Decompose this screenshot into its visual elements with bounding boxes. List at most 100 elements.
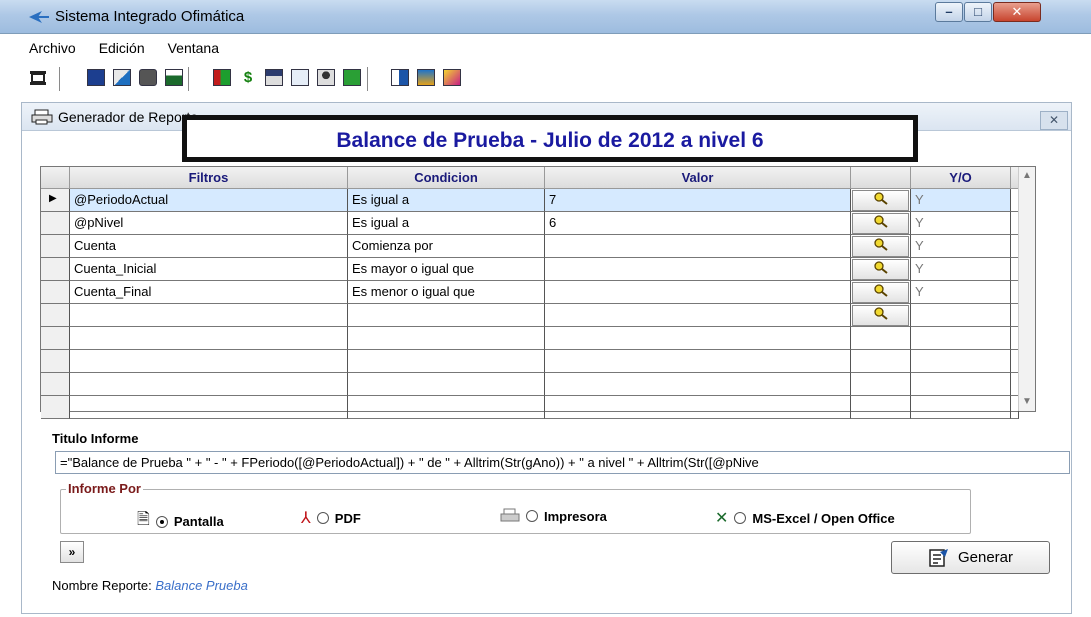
cell-filtro[interactable] xyxy=(70,373,348,396)
cell-yo[interactable] xyxy=(911,350,1011,373)
excel-icon[interactable] xyxy=(163,65,185,89)
cell-condicion[interactable] xyxy=(348,396,545,419)
cell-valor[interactable] xyxy=(545,373,851,396)
row-header[interactable] xyxy=(41,304,70,327)
cell-condicion[interactable] xyxy=(348,373,545,396)
printer-setup-icon[interactable] xyxy=(27,65,49,89)
radio-impresora[interactable] xyxy=(526,510,538,522)
radio-pdf[interactable] xyxy=(316,512,329,524)
option-impresora[interactable]: Impresora xyxy=(500,508,607,524)
cell-valor[interactable] xyxy=(545,327,851,350)
row-header[interactable] xyxy=(41,327,70,350)
cell-condicion[interactable]: Es mayor o igual que xyxy=(348,258,545,281)
lookup-button[interactable] xyxy=(852,305,909,326)
cell-yo[interactable]: Y xyxy=(911,189,1011,212)
report-icon[interactable] xyxy=(111,65,133,89)
row-header[interactable] xyxy=(41,212,70,235)
cell-yo[interactable] xyxy=(911,373,1011,396)
window-icon[interactable] xyxy=(263,65,285,89)
close-icon: ✕ xyxy=(1048,113,1060,127)
cell-valor[interactable] xyxy=(545,350,851,373)
scroll-down-icon[interactable]: ▼ xyxy=(1020,394,1034,410)
cell-filtro[interactable]: @PeriodoActual xyxy=(70,189,348,212)
option-pantalla[interactable]: 🗎 Pantalla xyxy=(137,508,224,535)
dollar-icon[interactable]: $ xyxy=(237,65,259,89)
lookup-button[interactable] xyxy=(852,282,909,303)
maximize-button[interactable]: □ xyxy=(964,2,992,22)
cell-yo[interactable]: Y xyxy=(911,235,1011,258)
user-icon[interactable] xyxy=(315,65,337,89)
lookup-button[interactable] xyxy=(852,259,909,280)
lookup-button[interactable] xyxy=(852,236,909,257)
cell-valor[interactable] xyxy=(545,258,851,281)
cell-filtro[interactable] xyxy=(70,327,348,350)
cell-yo[interactable] xyxy=(911,327,1011,350)
menu-archivo[interactable]: Archivo xyxy=(25,36,80,60)
search-key-icon xyxy=(873,284,888,297)
grid-icon[interactable] xyxy=(341,65,363,89)
lookup-button[interactable] xyxy=(852,190,909,211)
print-icon[interactable] xyxy=(137,65,159,89)
nombre-reporte-value[interactable]: Balance Prueba xyxy=(155,578,248,593)
cell-filtro[interactable]: @pNivel xyxy=(70,212,348,235)
cell-valor[interactable] xyxy=(545,281,851,304)
vertical-scrollbar[interactable]: ▲ ▼ xyxy=(1018,167,1035,411)
cell-filtro[interactable] xyxy=(70,304,348,327)
menu-edicion[interactable]: Edición xyxy=(95,36,149,60)
menu-ventana[interactable]: Ventana xyxy=(164,36,223,60)
cell-valor[interactable] xyxy=(545,396,851,419)
option-excel-label: MS-Excel / Open Office xyxy=(752,510,895,526)
row-header[interactable] xyxy=(41,235,70,258)
expand-button[interactable]: » xyxy=(60,541,84,563)
form-icon[interactable] xyxy=(389,65,411,89)
calculator-icon[interactable] xyxy=(85,65,107,89)
close-button[interactable]: ✕ xyxy=(993,2,1041,22)
cell-valor[interactable] xyxy=(545,304,851,327)
cell-filtro[interactable]: Cuenta xyxy=(70,235,348,258)
cell-valor[interactable]: 7 xyxy=(545,189,851,212)
network-icon[interactable] xyxy=(289,65,311,89)
row-header[interactable]: ▶ xyxy=(41,189,70,212)
minimize-button[interactable]: – xyxy=(935,2,963,22)
cell-condicion[interactable] xyxy=(348,304,545,327)
cell-condicion[interactable] xyxy=(348,350,545,373)
graph-icon[interactable] xyxy=(441,65,463,89)
cell-condicion[interactable] xyxy=(348,327,545,350)
generar-button[interactable]: Generar xyxy=(891,541,1050,574)
cell-condicion[interactable]: Comienza por xyxy=(348,235,545,258)
cell-filtro[interactable] xyxy=(70,350,348,373)
row-header[interactable] xyxy=(41,373,70,396)
cell-condicion[interactable]: Es igual a xyxy=(348,212,545,235)
cell-yo[interactable]: Y xyxy=(911,212,1011,235)
people-icon[interactable] xyxy=(415,65,437,89)
cell-condicion[interactable]: Es igual a xyxy=(348,189,545,212)
radio-pantalla[interactable] xyxy=(155,515,168,528)
cell-filtro[interactable] xyxy=(70,396,348,419)
cell-yo[interactable] xyxy=(911,396,1011,419)
cell-filtro[interactable]: Cuenta_Final xyxy=(70,281,348,304)
column-header-condicion[interactable]: Condicion xyxy=(348,167,545,189)
column-header-yo[interactable]: Y/O xyxy=(911,167,1011,189)
row-header[interactable] xyxy=(41,396,70,419)
lookup-button[interactable] xyxy=(852,213,909,234)
cell-yo[interactable] xyxy=(911,304,1011,327)
cell-lookup xyxy=(851,350,911,373)
titulo-informe-field[interactable]: ="Balance de Prueba " + " - " + FPeriodo… xyxy=(55,451,1070,474)
column-header-filtros[interactable]: Filtros xyxy=(70,167,348,189)
row-header[interactable] xyxy=(41,281,70,304)
column-header-valor[interactable]: Valor xyxy=(545,167,851,189)
cell-valor[interactable]: 6 xyxy=(545,212,851,235)
row-header[interactable] xyxy=(41,258,70,281)
cell-yo[interactable]: Y xyxy=(911,281,1011,304)
panel-close-button[interactable]: ✕ xyxy=(1040,111,1068,130)
cell-yo[interactable]: Y xyxy=(911,258,1011,281)
scroll-up-icon[interactable]: ▲ xyxy=(1020,168,1034,184)
option-excel[interactable]: ✕ MS-Excel / Open Office xyxy=(715,508,895,528)
cell-valor[interactable] xyxy=(545,235,851,258)
cell-condicion[interactable]: Es menor o igual que xyxy=(348,281,545,304)
option-pdf[interactable]: ⅄ PDF xyxy=(301,508,361,528)
radio-excel[interactable] xyxy=(734,512,747,524)
chart-icon[interactable] xyxy=(211,65,233,89)
row-header[interactable] xyxy=(41,350,70,373)
cell-filtro[interactable]: Cuenta_Inicial xyxy=(70,258,348,281)
